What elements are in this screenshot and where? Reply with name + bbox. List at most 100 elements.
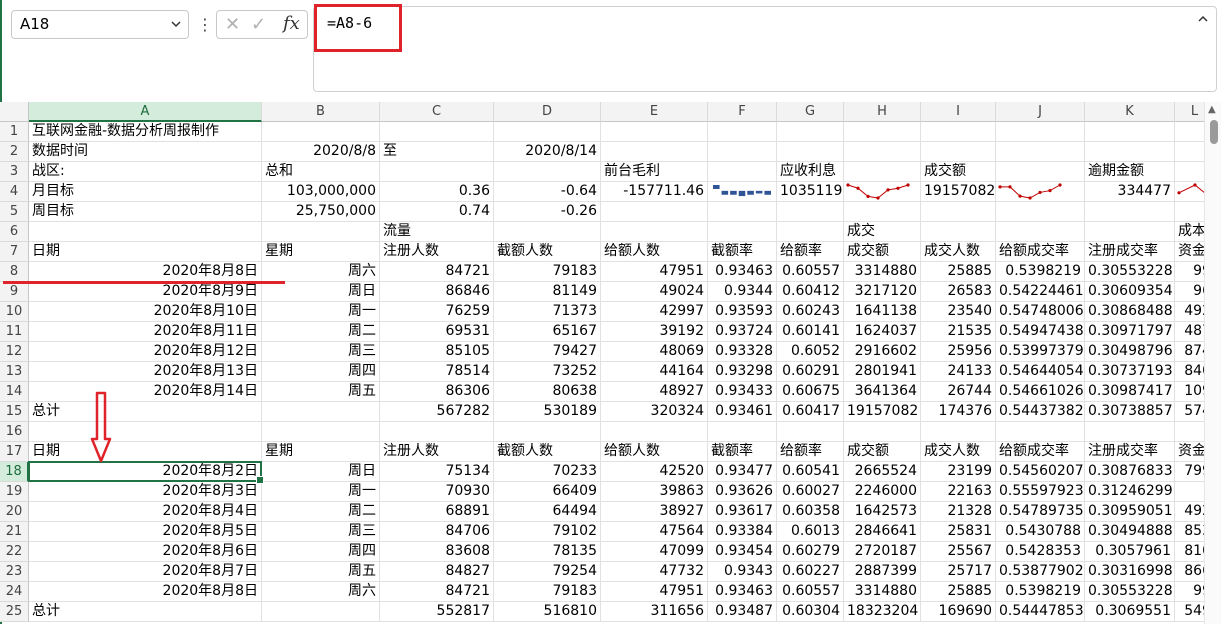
cell-d6[interactable] <box>494 222 601 242</box>
cell-j21[interactable]: 0.5430788 <box>996 522 1085 542</box>
cell-b4[interactable]: 103,000,000 <box>262 182 380 202</box>
cell-a21[interactable]: 2020年8月5日 <box>29 522 262 542</box>
cell-f25[interactable]: 0.93487 <box>708 602 777 622</box>
cell-c11[interactable]: 69531 <box>380 322 494 342</box>
cell-b19[interactable]: 周一 <box>262 482 380 502</box>
cell-h9[interactable]: 3217120 <box>844 282 921 302</box>
cell-d9[interactable]: 81149 <box>494 282 601 302</box>
cell-f7[interactable]: 截额率 <box>708 242 777 262</box>
cell-e15[interactable]: 320324 <box>601 402 708 422</box>
cell-g7[interactable]: 给额率 <box>777 242 844 262</box>
cell-e7[interactable]: 给额人数 <box>601 242 708 262</box>
row-header-6[interactable]: 6 <box>0 222 29 242</box>
cell-j8[interactable]: 0.5398219 <box>996 262 1085 282</box>
cell-i4[interactable]: 19157082 <box>921 182 996 202</box>
cell-e17[interactable]: 给额人数 <box>601 442 708 462</box>
cell-f15[interactable]: 0.93461 <box>708 402 777 422</box>
cell-e25[interactable]: 311656 <box>601 602 708 622</box>
cell-f1[interactable] <box>708 122 777 142</box>
column-header-c[interactable]: C <box>380 102 494 122</box>
cell-j11[interactable]: 0.54947438 <box>996 322 1085 342</box>
column-header-e[interactable]: E <box>601 102 708 122</box>
cell-a18[interactable]: 2020年8月2日 <box>29 462 262 482</box>
cell-c22[interactable]: 83608 <box>380 542 494 562</box>
cell-k7[interactable]: 注册成交率 <box>1085 242 1175 262</box>
cell-d22[interactable]: 78135 <box>494 542 601 562</box>
cell-e21[interactable]: 47564 <box>601 522 708 542</box>
cell-a7[interactable]: 日期 <box>29 242 262 262</box>
cell-h21[interactable]: 2846641 <box>844 522 921 542</box>
cell-a14[interactable]: 2020年8月14日 <box>29 382 262 402</box>
cell-b22[interactable]: 周四 <box>262 542 380 562</box>
cell-a3[interactable]: 战区: <box>29 162 262 182</box>
cell-a12[interactable]: 2020年8月12日 <box>29 342 262 362</box>
cell-i25[interactable]: 169690 <box>921 602 996 622</box>
cell-c12[interactable]: 85105 <box>380 342 494 362</box>
cell-e12[interactable]: 48069 <box>601 342 708 362</box>
cell-c23[interactable]: 84827 <box>380 562 494 582</box>
cell-h12[interactable]: 2916602 <box>844 342 921 362</box>
cell-f19[interactable]: 0.93626 <box>708 482 777 502</box>
cell-a17[interactable]: 日期 <box>29 442 262 462</box>
cell-e9[interactable]: 49024 <box>601 282 708 302</box>
cell-i21[interactable]: 25831 <box>921 522 996 542</box>
row-header-21[interactable]: 21 <box>0 522 29 542</box>
cell-h15[interactable]: 19157082 <box>844 402 921 422</box>
cell-f11[interactable]: 0.93724 <box>708 322 777 342</box>
cell-i17[interactable]: 成交人数 <box>921 442 996 462</box>
formula-input[interactable] <box>313 6 1217 92</box>
column-header-b[interactable]: B <box>262 102 380 122</box>
cell-f14[interactable]: 0.93433 <box>708 382 777 402</box>
cell-i6[interactable] <box>921 222 996 242</box>
more-options-icon[interactable]: ⋮ <box>197 12 213 38</box>
cell-f10[interactable]: 0.93593 <box>708 302 777 322</box>
cell-d1[interactable] <box>494 122 601 142</box>
chevron-up-icon[interactable] <box>1196 12 1210 30</box>
cell-c6[interactable]: 流量 <box>380 222 494 242</box>
cell-j10[interactable]: 0.54748006 <box>996 302 1085 322</box>
cell-e18[interactable]: 42520 <box>601 462 708 482</box>
cell-b11[interactable]: 周二 <box>262 322 380 342</box>
cell-e4[interactable]: -157711.46 <box>601 182 708 202</box>
cell-d13[interactable]: 73252 <box>494 362 601 382</box>
row-header-25[interactable]: 25 <box>0 602 29 622</box>
cell-h18[interactable]: 2665524 <box>844 462 921 482</box>
cell-b1[interactable] <box>262 122 380 142</box>
cell-a5[interactable]: 周目标 <box>29 202 262 222</box>
row-header-17[interactable]: 17 <box>0 442 29 462</box>
worksheet-grid[interactable]: ABCDEFGHIJKL 1 2 3 4 5 6 7 8 9 10 11 12 13 14 15 16 17 18… <box>0 102 1221 624</box>
cell-h23[interactable]: 2887399 <box>844 562 921 582</box>
cell-e20[interactable]: 38927 <box>601 502 708 522</box>
row-header-19[interactable]: 19 <box>0 482 29 502</box>
cell-g19[interactable]: 0.60027 <box>777 482 844 502</box>
cell-c16[interactable] <box>380 422 494 442</box>
row-header-1[interactable]: 1 <box>0 122 29 142</box>
cell-j23[interactable]: 0.53877902 <box>996 562 1085 582</box>
cell-g17[interactable]: 给额率 <box>777 442 844 462</box>
cell-g24[interactable]: 0.60557 <box>777 582 844 602</box>
cell-k2[interactable] <box>1085 142 1175 162</box>
cell-a4[interactable]: 月目标 <box>29 182 262 202</box>
cell-i24[interactable]: 25885 <box>921 582 996 602</box>
cell-f9[interactable]: 0.9344 <box>708 282 777 302</box>
column-header-i[interactable]: I <box>921 102 996 122</box>
cell-a22[interactable]: 2020年8月6日 <box>29 542 262 562</box>
insert-function-icon[interactable]: fx <box>283 13 300 34</box>
cell-k19[interactable]: 0.31246299 <box>1085 482 1175 502</box>
cell-d15[interactable]: 530189 <box>494 402 601 422</box>
cell-b25[interactable] <box>262 602 380 622</box>
cell-k9[interactable]: 0.30609354 <box>1085 282 1175 302</box>
cell-d14[interactable]: 80638 <box>494 382 601 402</box>
row-header-15[interactable]: 15 <box>0 402 29 422</box>
cell-d25[interactable]: 516810 <box>494 602 601 622</box>
cell-h1[interactable] <box>844 122 921 142</box>
cell-k17[interactable]: 注册成交率 <box>1085 442 1175 462</box>
row-header-22[interactable]: 22 <box>0 542 29 562</box>
cell-k18[interactable]: 0.30876833 <box>1085 462 1175 482</box>
cell-j18[interactable]: 0.54560207 <box>996 462 1085 482</box>
enter-icon[interactable]: ✓ <box>251 14 266 35</box>
cell-e2[interactable] <box>601 142 708 162</box>
cell-e6[interactable] <box>601 222 708 242</box>
cell-i12[interactable]: 25956 <box>921 342 996 362</box>
cell-b23[interactable]: 周五 <box>262 562 380 582</box>
